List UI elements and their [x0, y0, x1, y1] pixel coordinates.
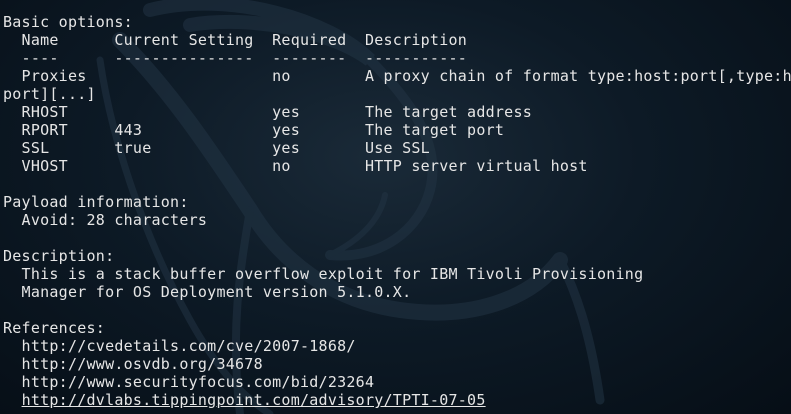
terminal-line: RPORT 443 yes The target port: [3, 121, 505, 139]
terminal-line: ---- --------------- -------- ----------…: [3, 49, 468, 67]
terminal-line: http://www.securityfocus.com/bid/23264: [3, 373, 375, 391]
terminal-line: http://cvedetails.com/cve/2007-1868/: [3, 337, 356, 355]
terminal-line: Avoid: 28 characters: [3, 211, 208, 229]
terminal-line: port][...]: [3, 85, 96, 103]
terminal-line: SSL true yes Use SSL: [3, 139, 430, 157]
terminal-line: References:: [3, 319, 106, 337]
terminal-line: RHOST yes The target address: [3, 103, 533, 121]
terminal-line: Manager for OS Deployment version 5.1.0.…: [3, 283, 412, 301]
reference-link[interactable]: http://dvlabs.tippingpoint.com/advisory/…: [22, 391, 486, 409]
terminal-line: Description:: [3, 247, 115, 265]
terminal-line: Basic options:: [3, 13, 133, 31]
terminal-line: VHOST no HTTP server virtual host: [3, 157, 588, 175]
terminal-output[interactable]: Basic options: Name Current Setting Requ…: [3, 13, 791, 409]
terminal-line: Proxies no A proxy chain of format type:…: [3, 67, 791, 85]
terminal-window[interactable]: Basic options: Name Current Setting Requ…: [0, 0, 791, 414]
terminal-line: This is a stack buffer overflow exploit …: [3, 265, 644, 283]
terminal-line: http://www.osvdb.org/34678: [3, 355, 263, 373]
terminal-line: http://dvlabs.tippingpoint.com/advisory/…: [3, 391, 791, 409]
terminal-line: Payload information:: [3, 193, 189, 211]
terminal-line: Name Current Setting Required Descriptio…: [3, 31, 468, 49]
